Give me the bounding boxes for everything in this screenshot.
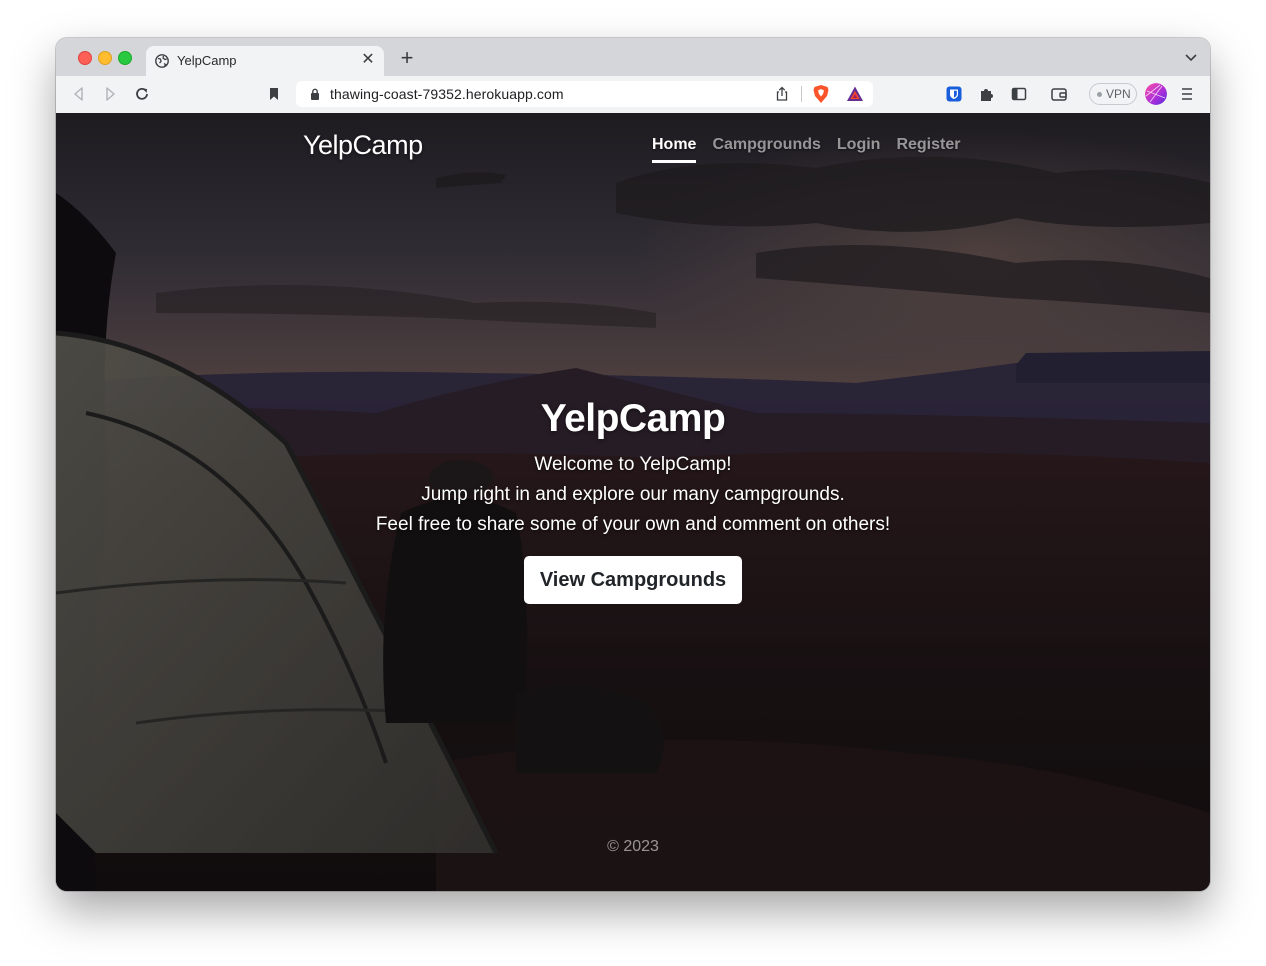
chevron-down-icon[interactable] — [1184, 50, 1198, 64]
divider — [801, 86, 802, 102]
profile-avatar[interactable] — [1145, 83, 1167, 105]
maximize-window-button[interactable] — [118, 51, 132, 65]
browser-toolbar: thawing-coast-79352.herokuapp.com VPN — [56, 76, 1210, 114]
tab-title: YelpCamp — [177, 53, 237, 68]
bookmark-icon[interactable] — [265, 85, 283, 103]
hero-explore-text: Jump right in and explore our many campg… — [421, 484, 845, 505]
forward-icon[interactable] — [101, 85, 119, 103]
close-icon[interactable]: ✕ — [358, 50, 378, 70]
tab-strip: YelpCamp ✕ + — [56, 38, 1210, 76]
bitwarden-icon[interactable] — [945, 85, 963, 103]
vpn-button[interactable]: VPN — [1089, 83, 1137, 105]
bat-rewards-icon[interactable] — [846, 85, 864, 103]
minimize-window-button[interactable] — [98, 51, 112, 65]
webpage: YelpCamp Home Campgrounds Login Register… — [56, 113, 1210, 891]
globe-icon — [155, 54, 169, 68]
back-icon[interactable] — [70, 85, 88, 103]
nav-link-login[interactable]: Login — [837, 136, 881, 163]
vpn-status-dot — [1097, 92, 1102, 97]
url-text[interactable]: thawing-coast-79352.herokuapp.com — [330, 86, 564, 102]
close-window-button[interactable] — [78, 51, 92, 65]
footer-copyright: © 2023 — [607, 838, 659, 855]
hero-section: YelpCamp Welcome to YelpCamp! Jump right… — [56, 396, 1210, 604]
nav-link-home[interactable]: Home — [652, 136, 697, 163]
brave-shield-icon[interactable] — [812, 84, 830, 104]
vpn-label: VPN — [1106, 87, 1131, 101]
lock-icon[interactable] — [310, 88, 320, 100]
extensions-icon[interactable] — [978, 85, 996, 103]
view-campgrounds-button[interactable]: View Campgrounds — [524, 556, 742, 604]
browser-window: YelpCamp ✕ + thawing-coast-79352.herokua… — [56, 38, 1210, 891]
hero-welcome-text: Welcome to YelpCamp! — [534, 454, 732, 475]
menu-icon[interactable] — [1180, 86, 1194, 102]
nav-link-campgrounds[interactable]: Campgrounds — [712, 136, 820, 163]
address-bar[interactable]: thawing-coast-79352.herokuapp.com — [296, 81, 873, 107]
hero-title: YelpCamp — [540, 397, 726, 440]
navbar-links: Home Campgrounds Login Register — [652, 136, 960, 163]
nav-link-register[interactable]: Register — [896, 136, 960, 163]
sidebar-icon[interactable] — [1010, 85, 1028, 103]
hero-share-text: Feel free to share some of your own and … — [375, 514, 891, 535]
share-icon[interactable] — [774, 86, 790, 102]
wallet-icon[interactable] — [1050, 85, 1068, 103]
browser-tab[interactable]: YelpCamp ✕ — [146, 46, 384, 76]
plus-icon[interactable]: + — [396, 47, 418, 69]
reload-icon[interactable] — [133, 85, 151, 103]
navbar-brand[interactable]: YelpCamp — [303, 130, 423, 161]
